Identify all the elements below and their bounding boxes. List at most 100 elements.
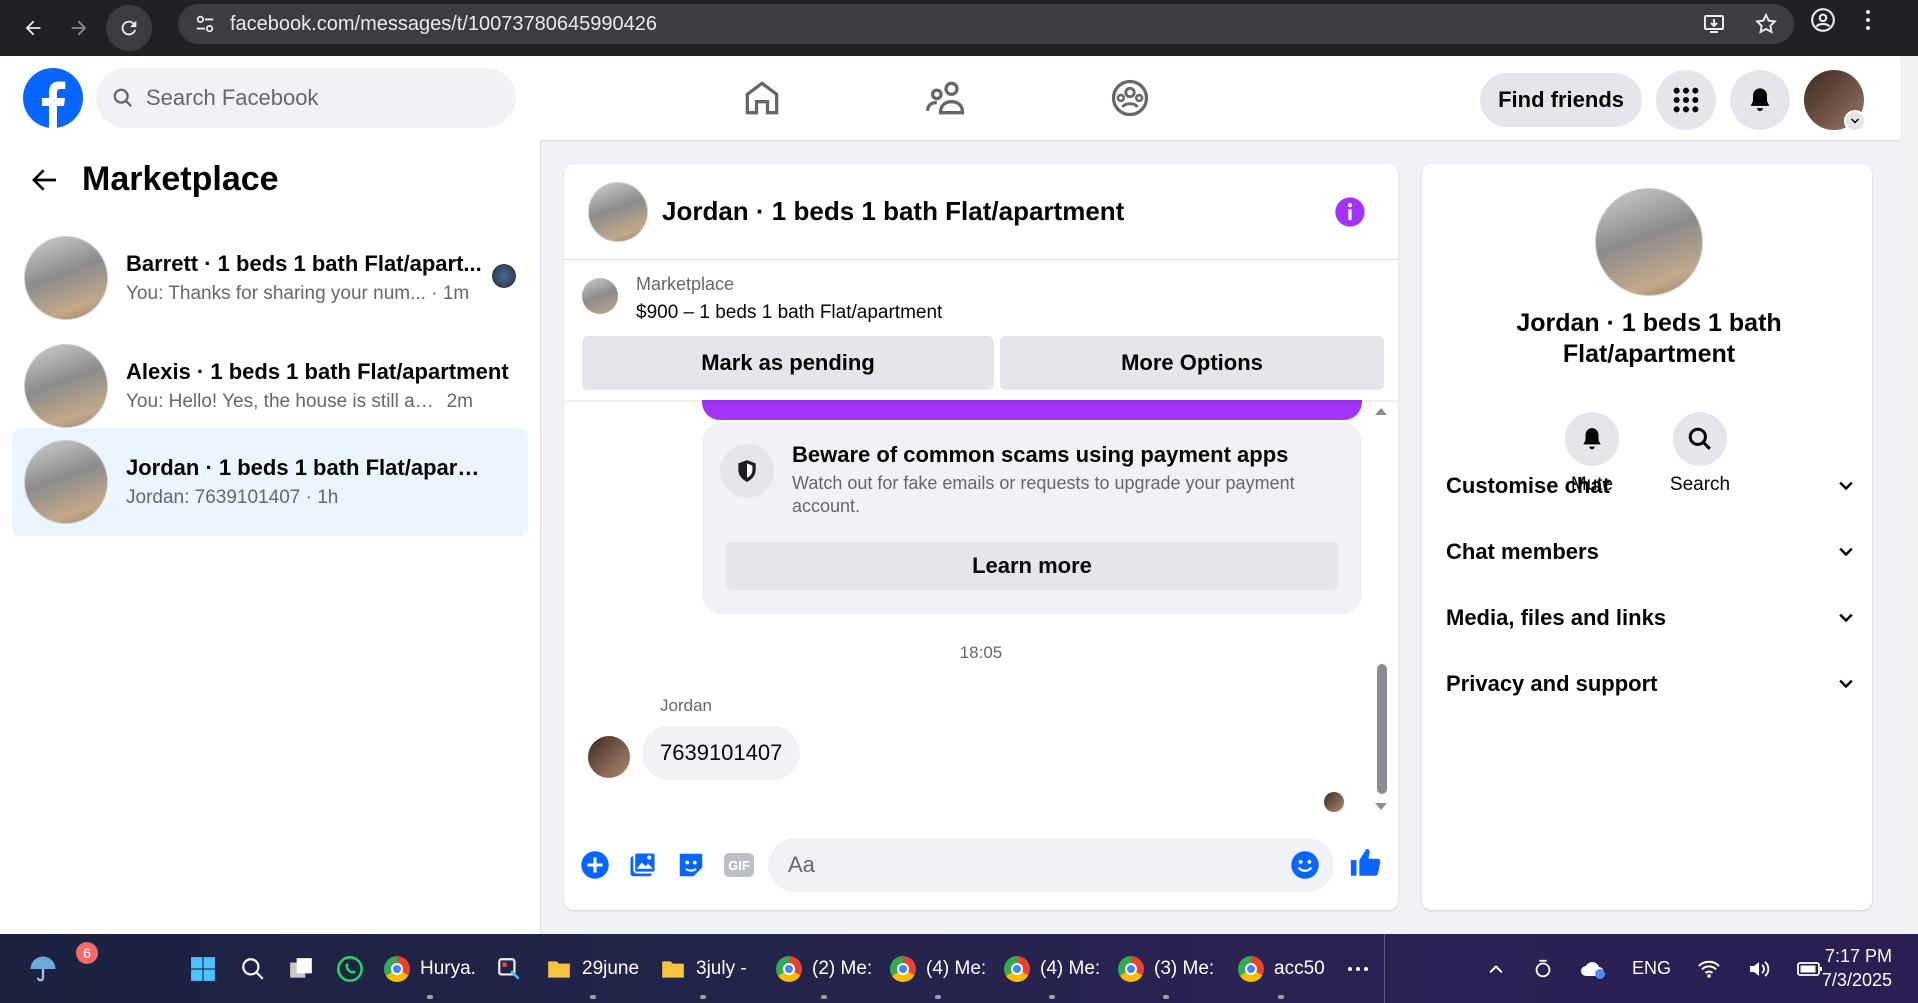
wifi-icon[interactable] [1697, 959, 1721, 979]
bell-icon [1583, 428, 1601, 450]
emoji-icon[interactable] [1290, 850, 1320, 880]
sticker-button[interactable] [674, 848, 708, 882]
message-scrollbar[interactable] [1374, 406, 1388, 810]
cloud-icon[interactable] [1580, 958, 1606, 980]
home-icon[interactable] [740, 76, 784, 120]
mark-as-pending-button[interactable]: Mark as pending [582, 336, 994, 390]
attach-photo-button[interactable] [626, 848, 660, 882]
language-indicator[interactable]: ENG [1632, 958, 1671, 979]
menu-button[interactable] [1656, 70, 1716, 130]
svg-text:GIF: GIF [728, 858, 750, 873]
listing-price[interactable]: $900 – 1 beds 1 bath Flat/apartment [636, 302, 942, 324]
chrome-icon [384, 955, 410, 982]
windows-logo-icon [191, 956, 215, 981]
windows-taskbar: 6 Hurya. 29june 3july - (2) Me: (4) Me: [0, 934, 1918, 1003]
taskbar-folder-3july[interactable]: 3july - [660, 934, 747, 1003]
listing-thumbnail[interactable] [582, 278, 618, 314]
facebook-logo-icon[interactable] [23, 68, 83, 128]
chevron-up-icon[interactable] [1486, 959, 1506, 979]
thread-item-alexis[interactable]: Alexis · 1 beds 1 bath Flat/apartment Yo… [12, 332, 528, 440]
whatsapp-button[interactable] [336, 934, 364, 1003]
thread-avatar [24, 440, 108, 524]
info-icon[interactable] [1334, 196, 1366, 228]
system-tray: ENG [1486, 934, 1823, 1003]
task-view-icon [290, 957, 312, 978]
back-arrow-icon[interactable] [28, 164, 60, 196]
scroll-up-icon[interactable] [1374, 406, 1388, 416]
account-chevron[interactable] [1844, 110, 1866, 132]
taskbar-chrome-window-4[interactable]: (3) Me: [1118, 934, 1214, 1003]
thread-avatar [24, 236, 108, 320]
taskbar-snipping-tool[interactable] [496, 934, 522, 1003]
taskbar-search-button[interactable] [240, 934, 266, 1003]
notifications-button[interactable] [1730, 70, 1790, 130]
search-box[interactable]: Search Facebook [96, 68, 516, 128]
page-scrollbar[interactable] [1900, 56, 1918, 934]
profile-icon[interactable] [1810, 7, 1836, 33]
install-app-icon[interactable] [1702, 12, 1726, 36]
search-icon [113, 88, 133, 108]
gif-button[interactable]: GIF [722, 848, 756, 882]
conversation-title[interactable]: Jordan · 1 beds 1 bath Flat/apartment [662, 196, 1124, 227]
listing-label: Marketplace [636, 274, 735, 294]
media-files-links-section[interactable]: Media, files and links [1446, 588, 1856, 648]
more-actions-button[interactable] [578, 848, 612, 882]
task-view-button[interactable] [288, 934, 314, 1003]
thread-avatar [24, 344, 108, 428]
conversation-pane: Jordan · 1 beds 1 bath Flat/apartment Ma… [564, 164, 1398, 910]
app-indicator [426, 995, 433, 999]
clock[interactable]: 7:17 PM 7/3/2025 [1822, 944, 1892, 993]
bookmark-star-icon[interactable] [1754, 12, 1778, 36]
sync-icon[interactable] [1532, 958, 1554, 980]
customise-chat-section[interactable]: Customise chat [1446, 456, 1856, 516]
center-navigation [740, 76, 1152, 120]
weather-widget[interactable]: 6 [28, 934, 98, 1003]
scroll-down-icon[interactable] [1374, 802, 1388, 812]
taskbar-chrome-window-2[interactable]: (4) Me: [890, 934, 986, 1003]
url-text[interactable]: facebook.com/messages/t/1007378064599042… [230, 13, 657, 36]
message-input[interactable]: Aa [768, 838, 1334, 892]
taskbar-chrome-window-3[interactable]: (4) Me: [1004, 934, 1100, 1003]
plus-circle-icon [581, 851, 609, 879]
groups-icon[interactable] [1108, 76, 1152, 120]
taskbar-app-label: 29june [582, 957, 640, 979]
battery-icon[interactable] [1797, 961, 1823, 977]
info-avatar[interactable] [1595, 188, 1703, 296]
forward-button[interactable] [56, 5, 102, 51]
thread-item-jordan[interactable]: Jordan · 1 beds 1 bath Flat/apartm... Jo… [12, 428, 528, 536]
page-title: Marketplace [82, 160, 279, 198]
scroll-thumb[interactable] [1377, 664, 1387, 794]
address-bar[interactable]: facebook.com/messages/t/1007378064599042… [178, 4, 1794, 44]
taskbar-chrome-window-1[interactable]: (2) Me: [776, 934, 872, 1003]
search-icon [1688, 427, 1711, 450]
taskbar-app-hurya[interactable]: Hurya. [384, 934, 476, 1003]
taskbar-overflow-button[interactable] [1346, 934, 1370, 1003]
taskbar-folder-29june[interactable]: 29june [546, 934, 639, 1003]
thumbs-up-icon[interactable] [1348, 846, 1382, 880]
volume-icon[interactable] [1747, 959, 1771, 979]
sender-avatar[interactable] [588, 736, 630, 778]
profile-avatar[interactable] [1804, 70, 1866, 132]
privacy-support-section[interactable]: Privacy and support [1446, 654, 1856, 714]
incoming-message-bubble[interactable]: 7639101407 [642, 726, 801, 780]
taskbar-chrome-window-5[interactable]: acc50 [1238, 934, 1325, 1003]
thread-preview: Jordan: 7639101407 [126, 487, 301, 508]
snipping-tool-icon [498, 957, 520, 980]
kebab-menu-icon[interactable] [1864, 8, 1872, 32]
back-button[interactable] [10, 5, 56, 51]
app-indicator [1049, 995, 1056, 999]
chat-members-section[interactable]: Chat members [1446, 522, 1856, 582]
photo-icon [630, 851, 657, 877]
find-friends-button[interactable]: Find friends [1480, 73, 1642, 127]
chevron-down-icon [1850, 118, 1860, 124]
conversation-avatar[interactable] [588, 181, 648, 242]
umbrella-icon [30, 956, 56, 981]
shield-icon-wrap [720, 444, 774, 498]
more-options-button[interactable]: More Options [1000, 336, 1384, 390]
start-button[interactable] [190, 934, 216, 1003]
learn-more-button[interactable]: Learn more [726, 542, 1338, 590]
reload-button[interactable] [106, 5, 152, 51]
thread-item-barrett[interactable]: Barrett · 1 beds 1 bath Flat/apart... Yo… [12, 224, 528, 332]
app-indicator [1278, 995, 1285, 999]
friends-icon[interactable] [924, 76, 968, 120]
